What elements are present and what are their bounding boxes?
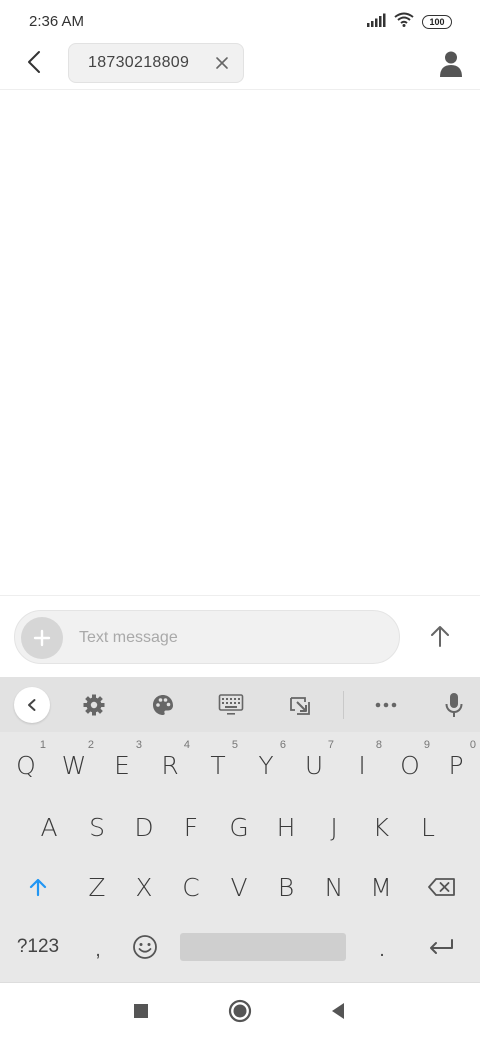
key-e[interactable]: E3 — [100, 737, 144, 793]
message-input[interactable] — [79, 617, 379, 659]
key-i[interactable]: I8 — [340, 737, 384, 793]
gear-icon — [83, 694, 105, 716]
close-icon — [216, 57, 228, 69]
recents-button[interactable] — [129, 999, 153, 1023]
emoji-icon — [133, 935, 157, 959]
shift-key[interactable] — [14, 859, 62, 915]
status-time: 2:36 AM — [29, 13, 85, 30]
status-icons: 100 — [366, 12, 452, 32]
key-a[interactable]: A — [26, 799, 72, 855]
status-bar: 2:36 AM 100 — [0, 0, 480, 42]
home-button[interactable] — [228, 999, 252, 1023]
toolbar-divider — [343, 691, 344, 719]
comma-key[interactable]: , — [78, 923, 118, 979]
keyboard-toolbar — [0, 677, 480, 732]
nav-back-button[interactable] — [326, 999, 350, 1023]
key-j[interactable]: J — [311, 799, 357, 855]
contact-button[interactable] — [438, 50, 464, 78]
battery-icon: 100 — [422, 15, 452, 29]
key-y[interactable]: Y6 — [244, 737, 288, 793]
add-attachment-button[interactable] — [21, 617, 63, 659]
emoji-key[interactable] — [122, 919, 168, 975]
key-t[interactable]: T5 — [196, 737, 240, 793]
home-circle-icon — [228, 999, 252, 1023]
microphone-icon — [445, 693, 463, 717]
key-s[interactable]: S — [74, 799, 120, 855]
signal-icon — [366, 13, 386, 32]
period-key[interactable]: . — [362, 923, 402, 979]
back-button[interactable] — [20, 50, 48, 78]
recipient-chip[interactable]: 18730218809 — [68, 43, 244, 83]
resize-icon — [290, 697, 310, 715]
theme-button[interactable] — [145, 687, 181, 723]
key-l[interactable]: L — [405, 799, 451, 855]
key-d[interactable]: D — [121, 799, 167, 855]
key-k[interactable]: K — [358, 799, 404, 855]
compose-area — [0, 595, 480, 677]
key-p[interactable]: P0 — [434, 737, 478, 793]
spacebar[interactable] — [180, 933, 346, 961]
conversation-header: 18730218809 — [0, 42, 480, 90]
key-o[interactable]: O9 — [388, 737, 432, 793]
remove-recipient-button[interactable] — [215, 56, 229, 70]
recents-square-icon — [134, 1004, 148, 1018]
collapse-toolbar-button[interactable] — [14, 687, 50, 723]
key-q[interactable]: Q1 — [4, 737, 48, 793]
chevron-left-icon — [27, 50, 41, 79]
settings-button[interactable] — [76, 687, 112, 723]
chevron-left-icon — [28, 699, 36, 711]
more-icon — [375, 702, 397, 708]
person-icon — [440, 51, 462, 77]
key-w[interactable]: W2 — [52, 737, 96, 793]
plus-icon — [33, 629, 51, 647]
backspace-icon — [428, 878, 455, 896]
resize-keyboard-button[interactable] — [282, 687, 318, 723]
key-v[interactable]: V — [216, 859, 262, 915]
shift-arrow-icon — [29, 878, 47, 897]
keyboard-mode-button[interactable] — [213, 687, 249, 723]
keyboard-icon — [218, 694, 244, 715]
key-b[interactable]: B — [263, 859, 309, 915]
recipient-number: 18730218809 — [88, 54, 190, 71]
back-triangle-icon — [332, 1003, 344, 1019]
key-f[interactable]: F — [168, 799, 214, 855]
palette-icon — [153, 695, 173, 715]
backspace-key[interactable] — [416, 859, 468, 915]
arrow-up-icon — [431, 626, 449, 647]
key-z[interactable]: Z — [74, 859, 120, 915]
key-x[interactable]: X — [121, 859, 167, 915]
key-u[interactable]: U7 — [292, 737, 336, 793]
key-r[interactable]: R4 — [148, 737, 192, 793]
enter-icon — [430, 939, 453, 954]
enter-key[interactable] — [414, 919, 468, 975]
key-g[interactable]: G — [216, 799, 262, 855]
soft-keyboard: Q1 W2 E3 R4 T5 Y6 U7 I8 O9 P0 A S D F G … — [0, 677, 480, 982]
compose-field — [14, 610, 400, 664]
key-m[interactable]: M — [358, 859, 404, 915]
symbols-key[interactable]: ?123 — [4, 919, 72, 975]
key-c[interactable]: C — [168, 859, 214, 915]
more-options-button[interactable] — [368, 687, 404, 723]
send-button[interactable] — [422, 618, 458, 654]
system-nav-bar — [0, 982, 480, 1040]
voice-input-button[interactable] — [436, 687, 472, 723]
key-h[interactable]: H — [263, 799, 309, 855]
wifi-icon — [394, 12, 414, 32]
key-n[interactable]: N — [311, 859, 357, 915]
